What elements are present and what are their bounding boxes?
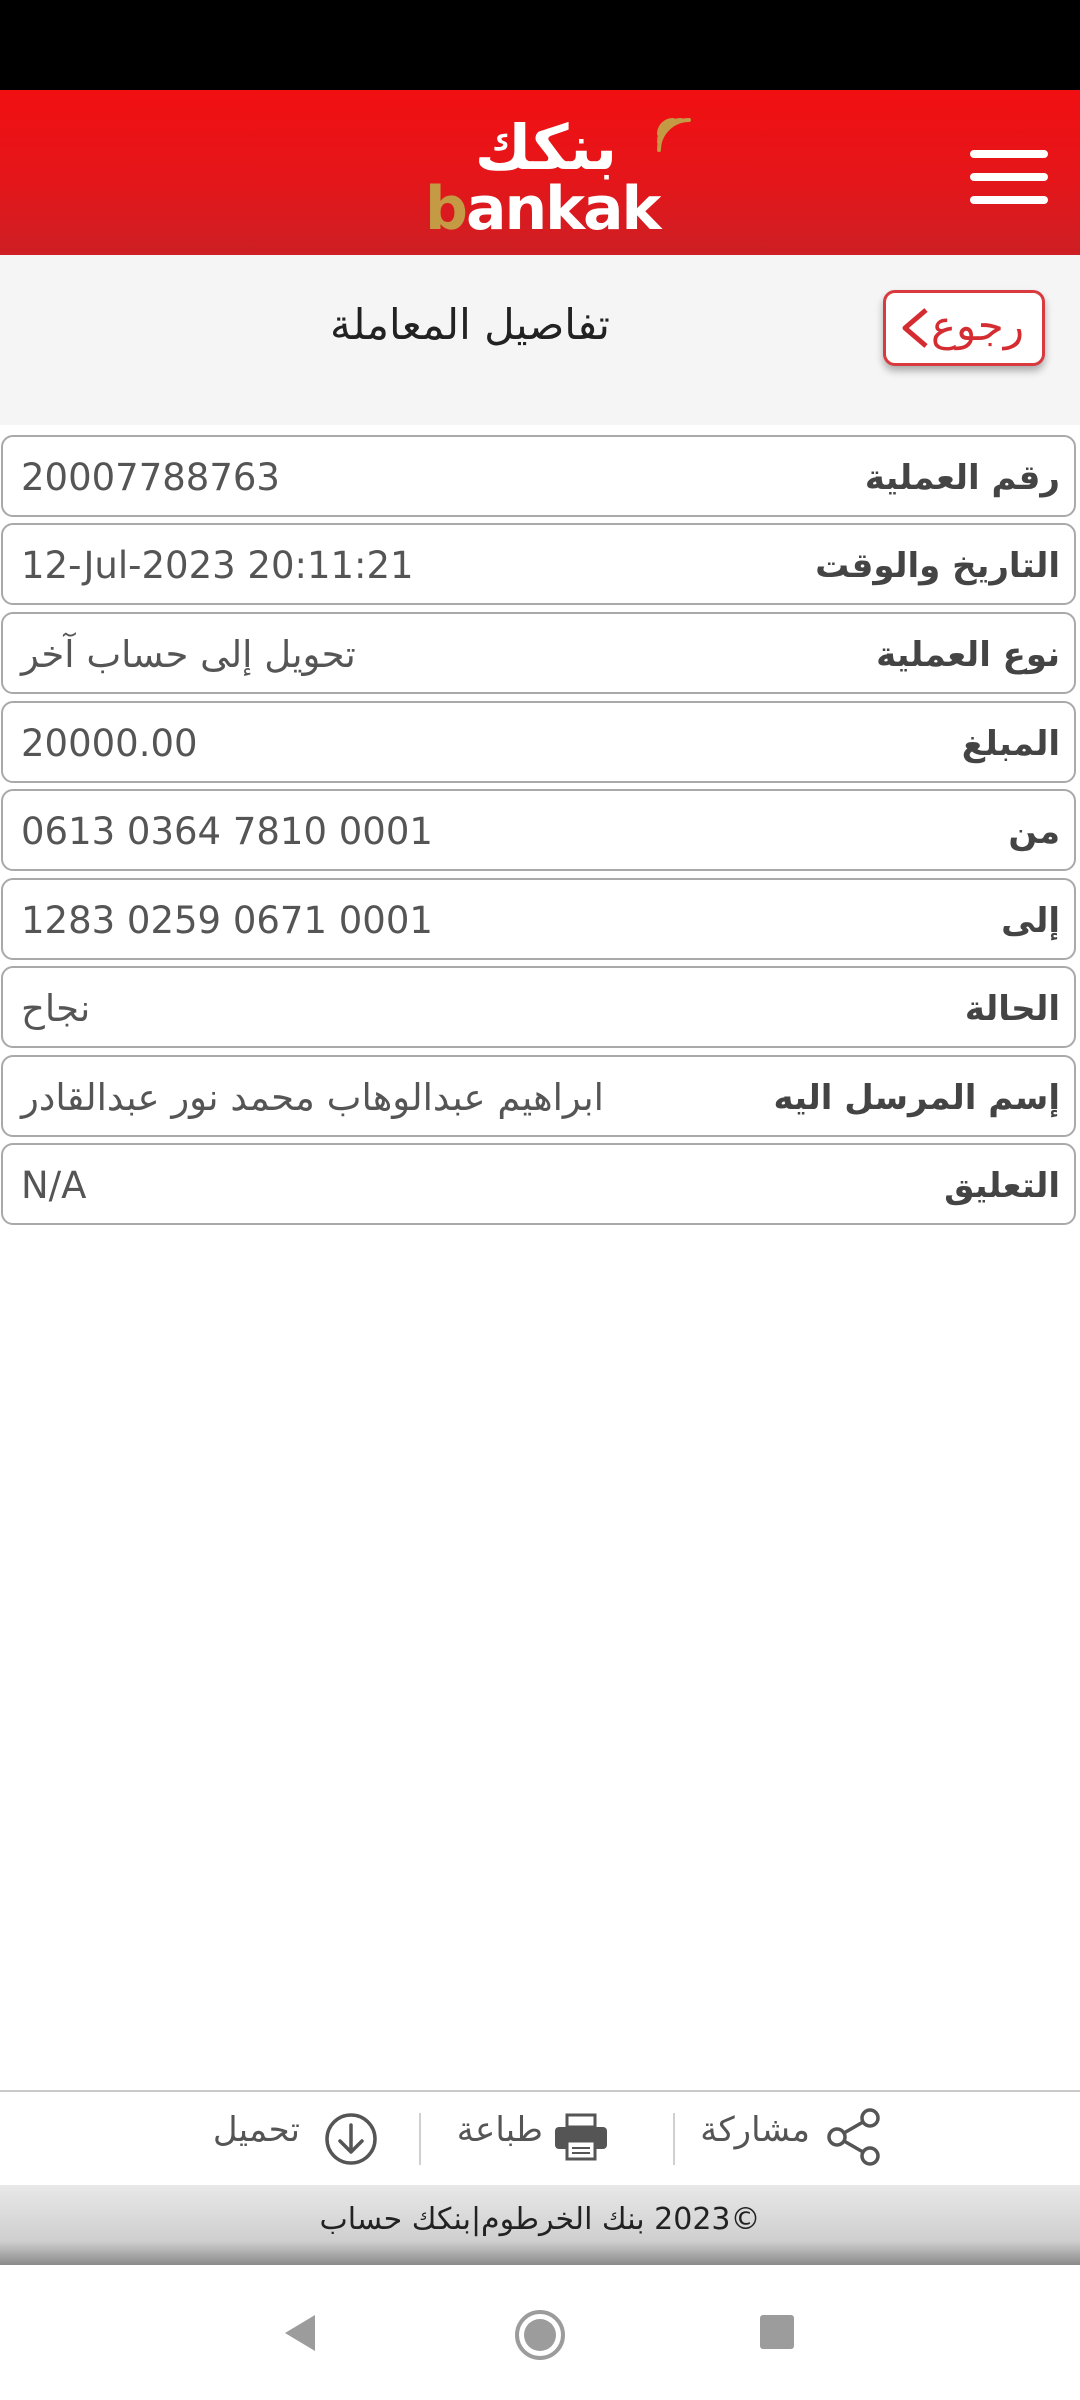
detail-value: 20000.00 — [21, 722, 198, 765]
printer-icon — [555, 2113, 607, 2161]
back-button-label: رجوع — [930, 301, 1024, 350]
detail-label: إلى — [1001, 901, 1060, 941]
nav-recents-icon[interactable] — [760, 2315, 794, 2349]
detail-value: ابراهيم عبدالوهاب محمد نور عبدالقادر — [21, 1076, 604, 1119]
detail-value: 1283 0259 0671 0001 — [21, 899, 433, 942]
status-bar — [0, 0, 1080, 90]
detail-label: رقم العملية — [864, 458, 1060, 498]
detail-value: تحويل إلى حساب آخر — [21, 633, 356, 676]
detail-row-from: من 0613 0364 7810 0001 — [1, 789, 1076, 871]
logo-english-text: bankak — [425, 174, 661, 244]
detail-row-transaction-number: رقم العملية 20007788763 — [1, 435, 1076, 517]
detail-row-status: الحالة نجاح — [1, 966, 1076, 1048]
app-header: بنكك bankak — [0, 90, 1080, 255]
share-icon — [827, 2108, 880, 2166]
back-button[interactable]: رجوع — [883, 290, 1045, 366]
share-button[interactable]: مشاركة — [700, 2095, 885, 2185]
separator — [419, 2113, 421, 2165]
nav-back-icon[interactable] — [283, 2313, 317, 2353]
detail-value: نجاح — [21, 987, 91, 1030]
separator — [673, 2113, 675, 2165]
share-label: مشاركة — [700, 2110, 810, 2150]
divider — [0, 2090, 1080, 2092]
download-circle-icon — [325, 2113, 377, 2165]
detail-label: الحالة — [964, 989, 1060, 1029]
detail-label: نوع العملية — [876, 635, 1060, 675]
title-bar: تفاصيل المعاملة رجوع — [0, 255, 1080, 425]
copyright-footer: ©2023 بنك الخرطوم|بنكك حساب — [0, 2185, 1080, 2265]
download-label: تحميل — [212, 2110, 300, 2150]
chevron-left-icon — [902, 308, 928, 348]
detail-value: 20007788763 — [21, 456, 280, 499]
download-button[interactable]: تحميل — [205, 2095, 385, 2185]
detail-row-transaction-type: نوع العملية تحويل إلى حساب آخر — [1, 612, 1076, 694]
action-bar: مشاركة طباعة تحميل — [0, 2095, 1080, 2185]
nav-home-icon[interactable] — [513, 2308, 567, 2362]
print-label: طباعة — [456, 2110, 543, 2150]
signal-icon — [657, 118, 691, 152]
detail-label: المبلغ — [961, 724, 1060, 764]
detail-label: من — [1008, 812, 1060, 852]
detail-row-date-time: التاريخ والوقت 12-Jul-2023 20:11:21 — [1, 523, 1076, 605]
detail-row-comment: التعليق N/A — [1, 1143, 1076, 1225]
system-nav-bar — [0, 2265, 1080, 2400]
detail-label: إسم المرسل اليه — [773, 1078, 1061, 1118]
hamburger-menu-icon[interactable] — [960, 142, 1050, 212]
detail-row-to: إلى 1283 0259 0671 0001 — [1, 878, 1076, 960]
page-title: تفاصيل المعاملة — [330, 300, 610, 349]
detail-value: 12-Jul-2023 20:11:21 — [21, 544, 414, 587]
detail-value: N/A — [21, 1164, 87, 1207]
detail-label: التاريخ والوقت — [815, 546, 1060, 586]
detail-row-amount: المبلغ 20000.00 — [1, 701, 1076, 783]
detail-label: التعليق — [944, 1166, 1060, 1206]
print-button[interactable]: طباعة — [455, 2095, 615, 2185]
bankak-logo: بنكك bankak — [415, 108, 705, 243]
detail-value: 0613 0364 7810 0001 — [21, 810, 433, 853]
detail-row-recipient-name: إسم المرسل اليه ابراهيم عبدالوهاب محمد ن… — [1, 1055, 1076, 1137]
